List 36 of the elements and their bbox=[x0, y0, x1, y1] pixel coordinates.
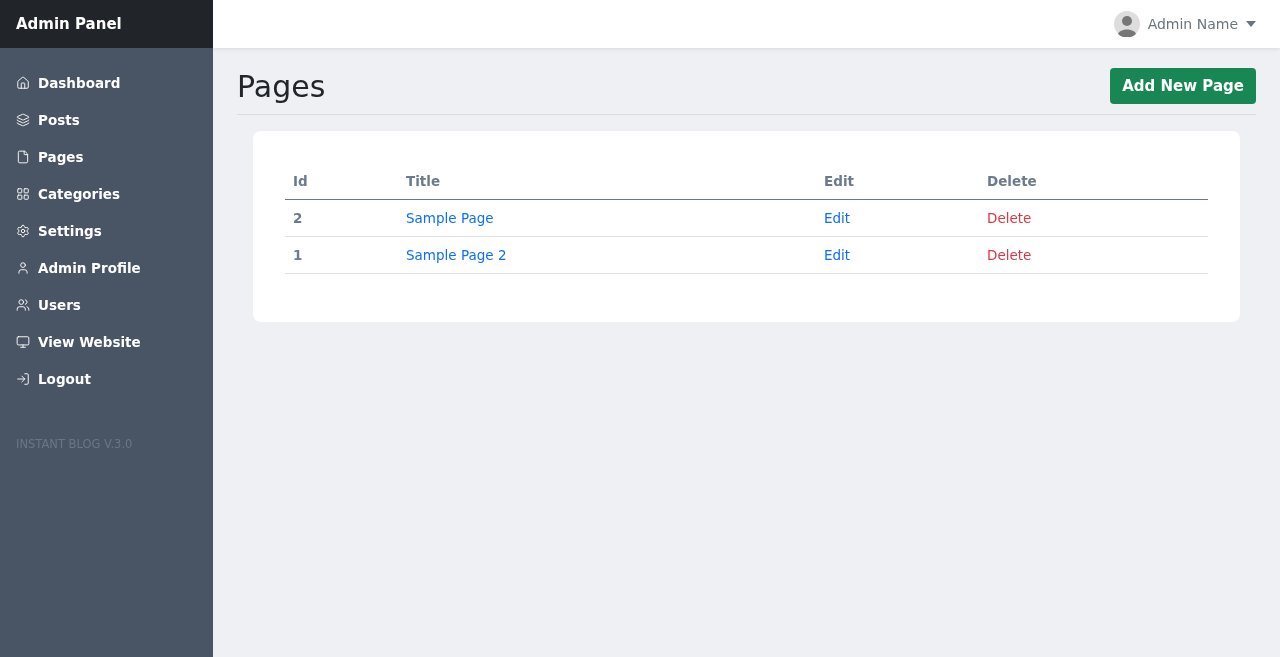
sidebar-item[interactable]: Categories bbox=[0, 175, 213, 212]
nav-icon bbox=[16, 112, 30, 127]
add-page-button[interactable]: Add New Page bbox=[1110, 68, 1256, 104]
table-cell: 1 bbox=[285, 236, 398, 274]
title-link[interactable]: Sample Page bbox=[406, 210, 494, 226]
page-title: Pages bbox=[237, 68, 326, 104]
nav-icon bbox=[16, 223, 30, 238]
nav-icon bbox=[16, 260, 30, 275]
nav-icon bbox=[16, 75, 30, 90]
title-link[interactable]: Sample Page 2 bbox=[406, 247, 507, 263]
sidebar-item[interactable]: Users bbox=[0, 286, 213, 323]
sidebar-item[interactable]: Settings bbox=[0, 212, 213, 249]
table-cell: 2 bbox=[285, 199, 398, 237]
nav-icon bbox=[16, 186, 30, 201]
sidebar-item[interactable]: Posts bbox=[0, 101, 213, 138]
column-header: Id bbox=[285, 163, 398, 200]
column-header: Delete bbox=[979, 163, 1208, 200]
avatar-icon bbox=[1113, 11, 1140, 37]
nav-icon bbox=[16, 149, 30, 164]
nav-icon bbox=[16, 371, 30, 386]
column-header: Title bbox=[398, 163, 816, 200]
nav-icon bbox=[16, 297, 30, 312]
user-menu[interactable]: Admin Name bbox=[1113, 11, 1256, 37]
sidebar-item[interactable]: Dashboard bbox=[0, 64, 213, 101]
nav-icon bbox=[16, 334, 30, 349]
sidebar-item[interactable]: Logout bbox=[0, 360, 213, 397]
sidebar-item[interactable]: Admin Profile bbox=[0, 249, 213, 286]
caret-icon bbox=[1246, 21, 1256, 27]
sidebar-title: Admin Panel bbox=[0, 0, 213, 48]
column-header: Edit bbox=[816, 163, 979, 200]
delete-link[interactable]: Delete bbox=[987, 247, 1032, 263]
sidebar-item[interactable]: View Website bbox=[0, 323, 213, 360]
edit-link[interactable]: Edit bbox=[824, 210, 851, 226]
delete-link[interactable]: Delete bbox=[987, 210, 1032, 226]
edit-link[interactable]: Edit bbox=[824, 247, 851, 263]
sidebar-item[interactable]: Pages bbox=[0, 138, 213, 175]
